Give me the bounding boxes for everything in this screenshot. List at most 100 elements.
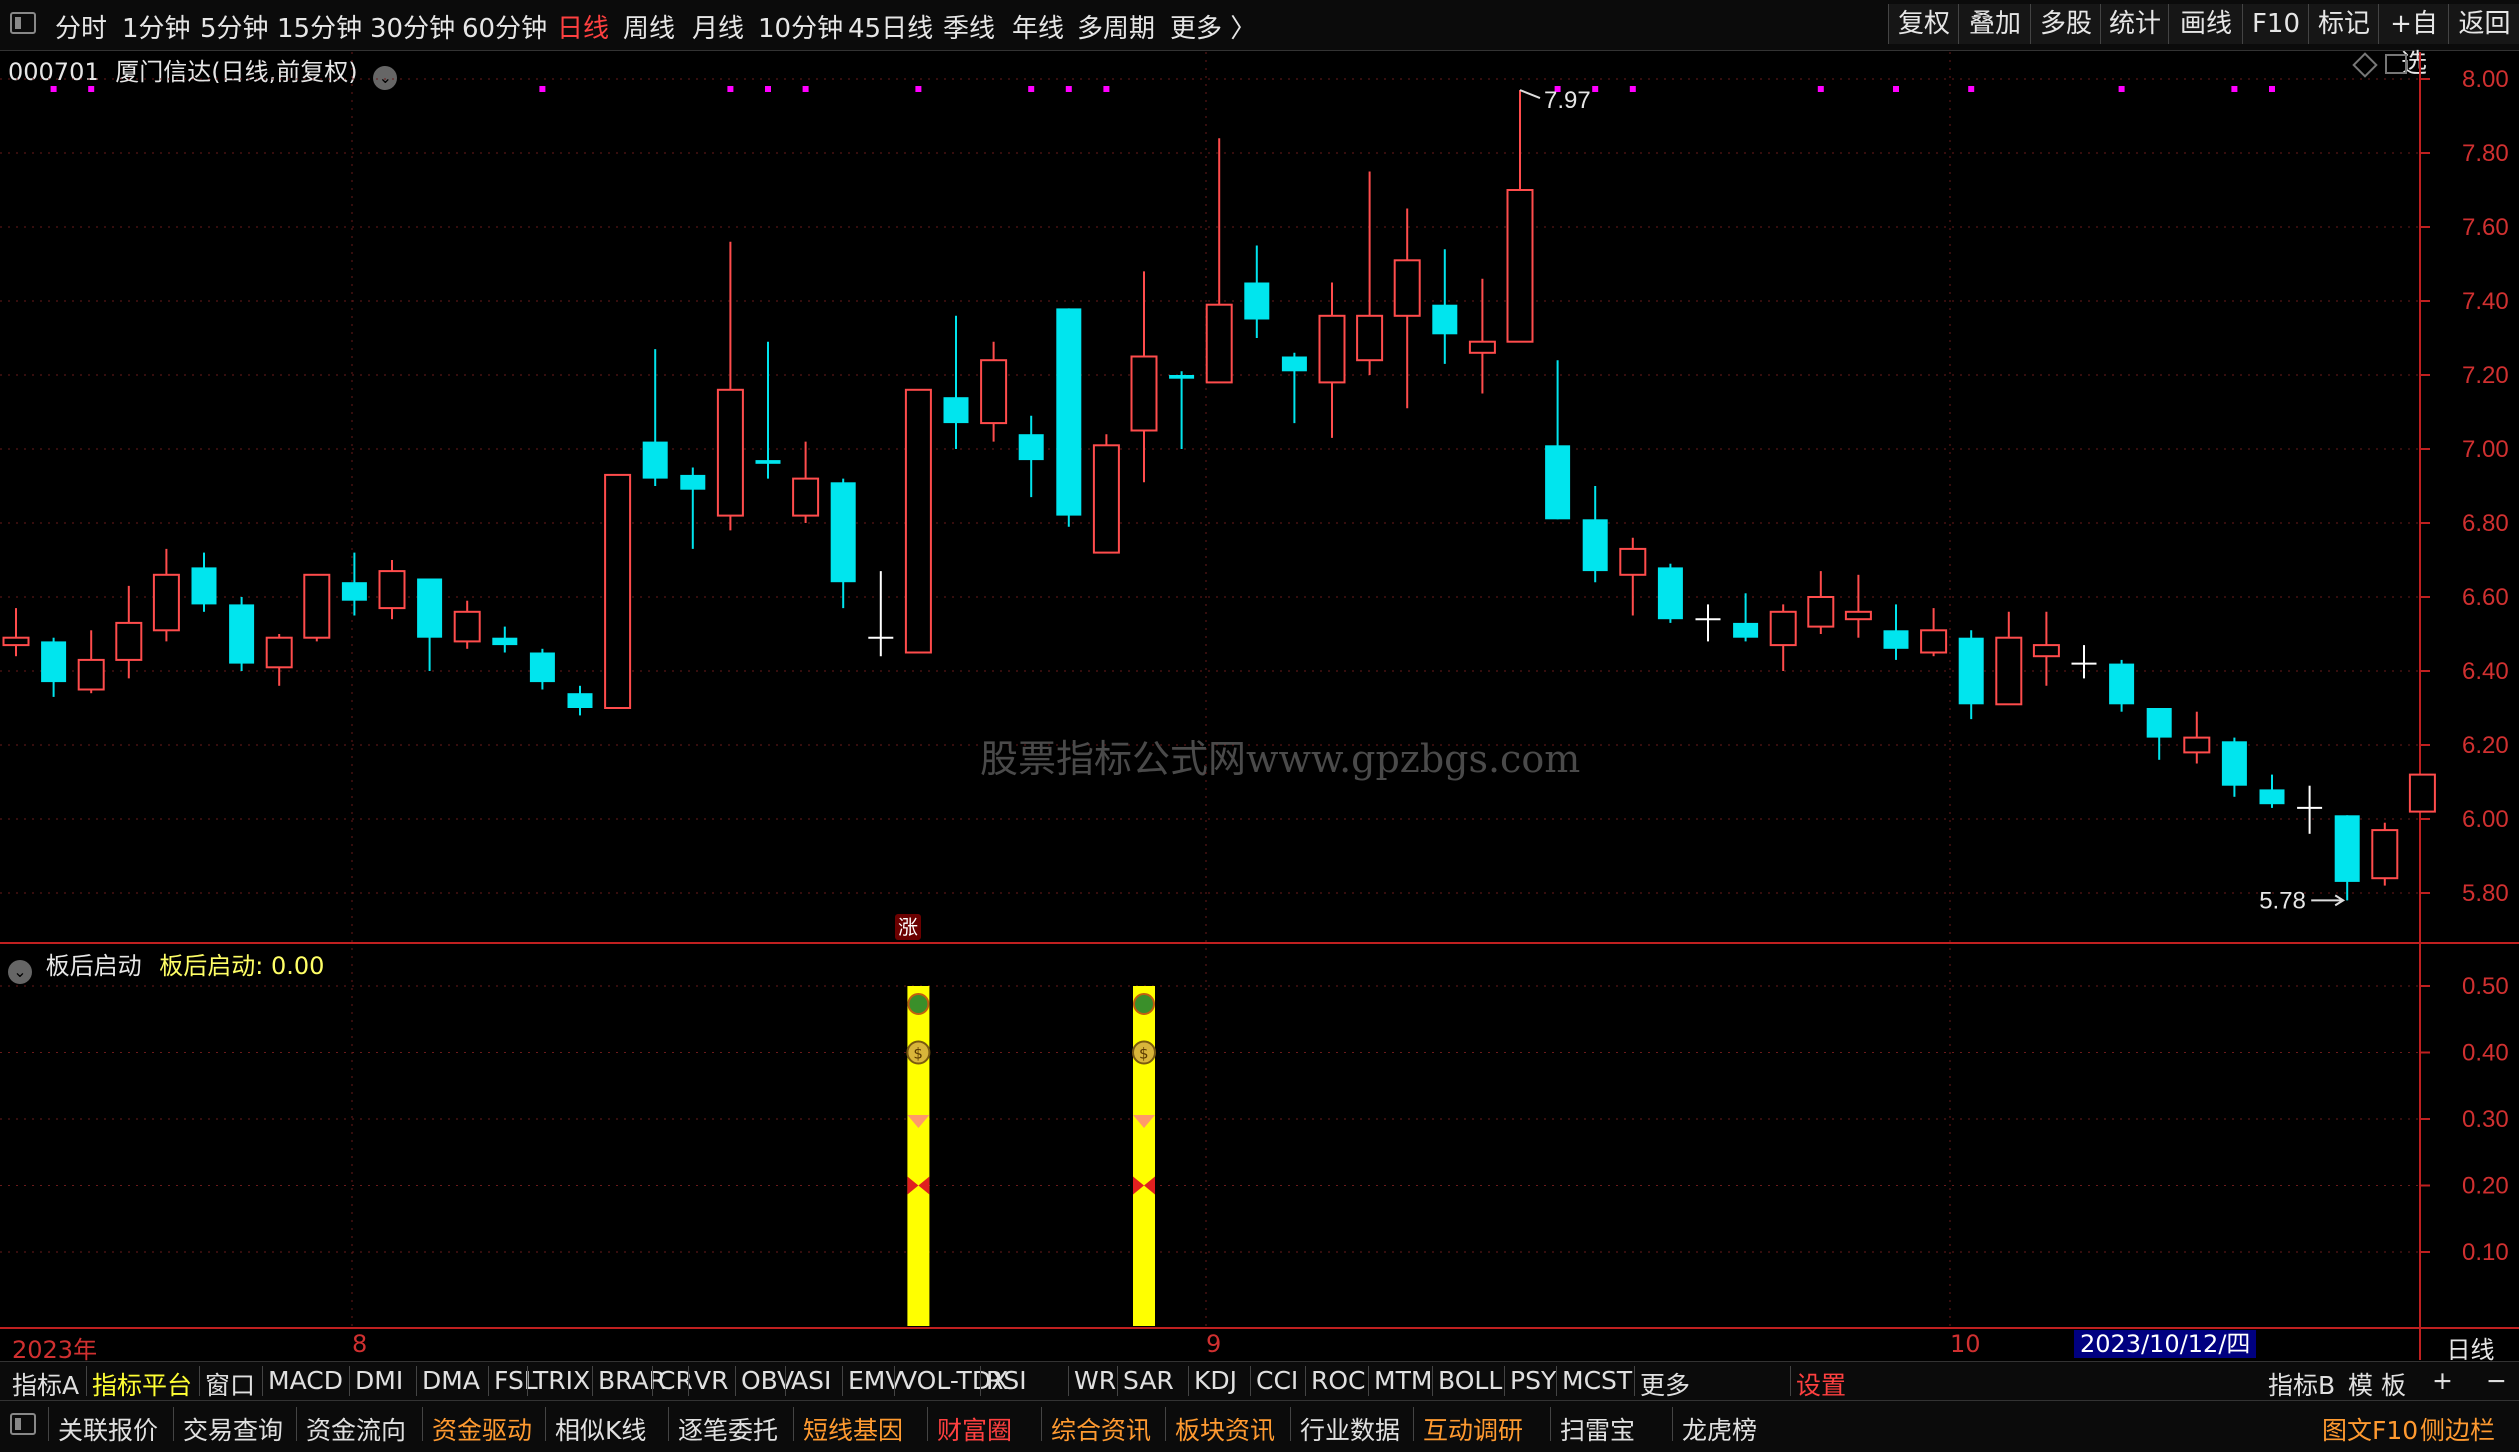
tool-button-4[interactable]: 相似K线 xyxy=(555,1411,646,1447)
candle-body xyxy=(2146,708,2172,738)
indicator-right-1[interactable]: 模 板 xyxy=(2348,1366,2406,1402)
tab-period-6[interactable]: 日线 xyxy=(557,8,609,45)
indicator-tab-11[interactable]: OBV xyxy=(741,1366,794,1395)
tab-period-2[interactable]: 5分钟 xyxy=(200,8,269,45)
indicator-tab-21[interactable]: MTM xyxy=(1374,1366,1432,1395)
candle-body xyxy=(1545,445,1571,520)
date-label-year: 2023年 xyxy=(12,1336,98,1364)
tool-button-13[interactable]: 龙虎榜 xyxy=(1682,1411,1757,1447)
tab-period-11[interactable]: 季线 xyxy=(943,8,995,45)
money-bag-icon-glyph: $ xyxy=(913,1045,923,1063)
date-label-aug: 8 xyxy=(352,1330,368,1358)
indicator-tab-12[interactable]: ASI xyxy=(791,1366,831,1395)
signal-dot xyxy=(915,86,922,92)
candle-body xyxy=(1432,304,1458,335)
tab-period-5[interactable]: 60分钟 xyxy=(462,8,547,45)
indicator-tab-1[interactable]: 指标平台 xyxy=(92,1366,192,1402)
indicator-tab-20[interactable]: ROC xyxy=(1311,1366,1366,1395)
indicator-tab-26[interactable]: 设置 xyxy=(1796,1366,1846,1402)
indicator-tab-5[interactable]: DMA xyxy=(422,1366,480,1395)
indicator-tab-19[interactable]: CCI xyxy=(1256,1366,1298,1395)
tool-button-3[interactable]: 资金驱动 xyxy=(432,1411,532,1447)
candle-body xyxy=(41,641,67,683)
tool-button-2[interactable]: 资金流向 xyxy=(306,1411,406,1447)
tool-button-5[interactable]: 逐笔委托 xyxy=(678,1411,778,1447)
indicator-tab-7[interactable]: TRIX xyxy=(533,1366,590,1395)
indicator-tab-25[interactable]: 更多 xyxy=(1640,1366,1690,1402)
signal-dot xyxy=(1893,86,1899,92)
candle-body xyxy=(1582,519,1608,572)
indicator-tab-4[interactable]: DMI xyxy=(355,1366,403,1395)
tab-period-12[interactable]: 年线 xyxy=(1012,8,1064,45)
signal-bar xyxy=(1133,986,1155,1326)
y-tick-label: 6.40 xyxy=(2462,658,2509,685)
candle-body xyxy=(1056,308,1082,516)
ind-y-tick-label: 0.10 xyxy=(2462,1239,2509,1266)
indicator-tab-24[interactable]: MCST xyxy=(1562,1366,1632,1395)
toolbar-button-2[interactable]: 多股 xyxy=(2030,4,2101,44)
tab-period-8[interactable]: 月线 xyxy=(692,8,744,45)
toolbar-button-1[interactable]: 叠加 xyxy=(1958,4,2031,44)
indicator-tab-6[interactable]: FSL xyxy=(494,1366,538,1395)
window-icon[interactable] xyxy=(10,12,36,34)
tab-period-9[interactable]: 10分钟 xyxy=(758,8,843,45)
stock-mode: (日线,前复权) xyxy=(211,58,358,86)
separator xyxy=(688,1366,689,1396)
tool-button-0[interactable]: 关联报价 xyxy=(58,1411,158,1447)
tool-button-10[interactable]: 行业数据 xyxy=(1300,1411,1400,1447)
indicator-tab-0[interactable]: 指标A xyxy=(12,1366,79,1402)
toolbar-button-3[interactable]: 统计 xyxy=(2100,4,2169,44)
signal-dot xyxy=(1817,86,1824,92)
indicator-right-2[interactable]: + xyxy=(2432,1366,2453,1395)
indicator-tab-17[interactable]: SAR xyxy=(1123,1366,1174,1395)
tab-period-4[interactable]: 30分钟 xyxy=(370,8,455,45)
indicator-tab-23[interactable]: PSY xyxy=(1510,1366,1556,1395)
indicator-tab-2[interactable]: 窗口 xyxy=(205,1366,255,1402)
tool-button-12[interactable]: 扫雷宝 xyxy=(1560,1411,1635,1447)
candle-body xyxy=(904,388,932,654)
period-label[interactable]: 日线 xyxy=(2422,1330,2519,1365)
tab-period-10[interactable]: 45日线 xyxy=(848,8,933,45)
tab-period-3[interactable]: 15分钟 xyxy=(277,8,362,45)
candle-body xyxy=(1733,622,1759,638)
diamond-icon[interactable] xyxy=(2352,52,2378,78)
toolbar-button-0[interactable]: 复权 xyxy=(1888,4,1959,44)
tab-period-7[interactable]: 周线 xyxy=(623,8,675,45)
indicator-tab-3[interactable]: MACD xyxy=(268,1366,343,1395)
tool-button-1[interactable]: 交易查询 xyxy=(183,1411,283,1447)
indicator-tab-16[interactable]: WR xyxy=(1074,1366,1116,1395)
panel-toggle-icon[interactable] xyxy=(2385,54,2407,74)
side-tool-0[interactable]: 图文F10 xyxy=(2322,1411,2418,1447)
chevron-down-icon[interactable]: ⌄ xyxy=(373,66,398,90)
indicator-right-3[interactable]: − xyxy=(2486,1366,2507,1395)
tool-button-8[interactable]: 综合资讯 xyxy=(1051,1411,1151,1447)
indicator-tab-10[interactable]: VR xyxy=(694,1366,728,1395)
candle-body xyxy=(1920,629,1948,654)
indicator-right-0[interactable]: 指标B xyxy=(2268,1366,2335,1402)
toolbar-button-6[interactable]: 标记 xyxy=(2308,4,2379,44)
tool-button-9[interactable]: 板块资讯 xyxy=(1175,1411,1275,1447)
chevron-down-icon[interactable]: ⌄ xyxy=(8,960,32,984)
toolbar-button-7[interactable]: +自选 xyxy=(2378,4,2449,79)
tab-period-13[interactable]: 多周期 xyxy=(1077,8,1155,45)
tab-period-0[interactable]: 分时 xyxy=(55,8,107,45)
candle-body xyxy=(1883,630,1909,649)
price-chart: 8.00 7.80 7.60 7.40 7.20 7.00 6.80 6.60 6.40 6.20… xyxy=(0,52,2519,1360)
toolbar-button-8[interactable]: 返回 xyxy=(2448,4,2519,44)
tool-button-11[interactable]: 互动调研 xyxy=(1423,1411,1523,1447)
indicator-tab-22[interactable]: BOLL xyxy=(1438,1366,1502,1395)
indicator-tab-18[interactable]: KDJ xyxy=(1194,1366,1237,1395)
tool-button-6[interactable]: 短线基因 xyxy=(803,1411,903,1447)
tab-period-1[interactable]: 1分钟 xyxy=(122,8,191,45)
indicator-tab-15[interactable]: RSI xyxy=(986,1366,1027,1395)
tool-button-7[interactable]: 财富圈 xyxy=(937,1411,1012,1447)
window-icon[interactable] xyxy=(10,1413,36,1435)
tab-period-14[interactable]: 更多 〉 xyxy=(1170,8,1256,45)
candle-body xyxy=(680,474,706,490)
toolbar-button-5[interactable]: F10 xyxy=(2242,4,2309,44)
candle-body xyxy=(1995,636,2023,706)
candle-body xyxy=(303,573,331,639)
side-tool-1[interactable]: 侧边栏 xyxy=(2420,1411,2495,1447)
indicator-tab-8[interactable]: BRAR xyxy=(598,1366,666,1395)
toolbar-button-4[interactable]: 画线 xyxy=(2168,4,2243,44)
